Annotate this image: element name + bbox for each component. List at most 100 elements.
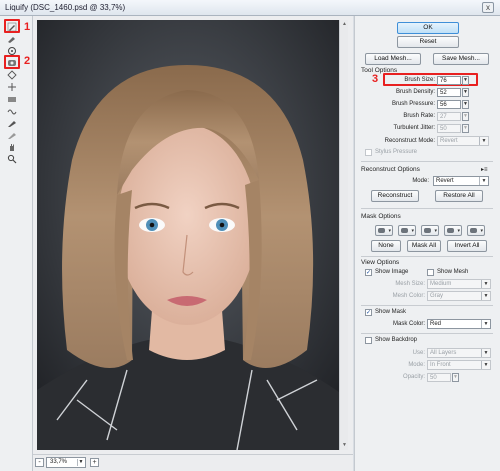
zoom-tool-icon[interactable] [6, 153, 18, 164]
chevron-down-icon: ▼ [479, 177, 488, 185]
opacity-field[interactable]: 50 [427, 373, 451, 382]
backdrop-mode-select[interactable]: In Front ▼ [427, 360, 491, 370]
reconstruct-mode-select[interactable]: Revert ▼ [437, 136, 489, 146]
mesh-size-value: Medium [430, 281, 452, 287]
brush-size-field[interactable]: 76 [437, 76, 461, 85]
brush-pressure-field[interactable]: 56 [437, 100, 461, 109]
chevron-down-icon: ▼ [481, 361, 490, 369]
mask-none-button[interactable]: None [371, 240, 401, 252]
chevron-down-icon: ▼ [481, 280, 490, 288]
show-image-checkbox[interactable]: ✓ [365, 269, 372, 276]
stylus-pressure-label: Stylus Pressure [375, 149, 418, 155]
title-bar: Liquify (DSC_1460.psd @ 33,7%) x [0, 0, 500, 16]
mask-add-button[interactable]: ▾ [398, 225, 416, 236]
divider [361, 256, 493, 257]
tools-panel: 1 2 [0, 16, 33, 471]
panel-menu-icon[interactable]: ▸≡ [481, 166, 488, 173]
mesh-color-value: Gray [430, 293, 444, 299]
stylus-pressure-checkbox[interactable] [365, 149, 372, 156]
brush-density-dropdown[interactable]: ▼ [462, 88, 469, 97]
chevron-down-icon: ▼ [481, 320, 490, 328]
close-button[interactable]: x [482, 2, 494, 13]
brush-size-dropdown[interactable]: ▼ [462, 76, 469, 85]
mask-replace-button[interactable]: ▾ [375, 225, 393, 236]
mirror-tool-icon[interactable] [6, 93, 18, 104]
portrait-image[interactable] [37, 20, 339, 450]
reconstruct-button[interactable]: Reconstruct [371, 190, 419, 202]
tool-highlight-1 [4, 19, 20, 33]
mask-all-button[interactable]: Mask All [407, 240, 441, 252]
mesh-size-select[interactable]: Medium ▼ [427, 279, 491, 289]
divider [361, 208, 493, 209]
preview-canvas[interactable]: ▲ ▼ [33, 16, 353, 454]
turbulent-jitter-label: Turbulent Jitter: [393, 125, 435, 131]
use-value: All Layers [430, 350, 457, 356]
annotation-2: 2 [24, 55, 31, 67]
load-mesh-button[interactable]: Load Mesh... [365, 53, 421, 65]
view-options-heading: View Options [361, 259, 400, 266]
brush-rate-label: Brush Rate: [403, 113, 435, 119]
tool-highlight-2 [4, 55, 20, 69]
hand-tool-icon[interactable] [6, 141, 18, 152]
brush-pressure-label: Brush Pressure: [391, 101, 435, 107]
chevron-down-icon: ▼ [77, 459, 84, 466]
brush-rate-dropdown[interactable]: ▼ [462, 112, 469, 121]
mask-subtract-button[interactable]: ▾ [421, 225, 439, 236]
use-select[interactable]: All Layers ▼ [427, 348, 491, 358]
mask-invert-button[interactable]: ▾ [467, 225, 485, 236]
chevron-down-icon: ▼ [479, 137, 488, 145]
reconstruct-mode2-select[interactable]: Revert ▼ [433, 176, 489, 186]
mesh-size-label: Mesh Size: [395, 281, 425, 287]
divider [361, 333, 493, 334]
zoom-value: 33,7% [50, 459, 68, 465]
ok-button[interactable]: OK [397, 22, 459, 34]
save-mesh-button[interactable]: Save Mesh... [433, 53, 489, 65]
bloat-tool-icon[interactable] [6, 69, 18, 80]
brush-density-label: Brush Density: [395, 89, 435, 95]
show-mesh-label: Show Mesh [437, 269, 469, 275]
brush-rate-field[interactable]: 27 [437, 112, 461, 121]
reconstruct-mode-label: Reconstruct Mode: [384, 138, 435, 144]
reset-button[interactable]: Reset [397, 36, 459, 48]
turbulence-tool-icon[interactable] [6, 105, 18, 116]
push-left-tool-icon[interactable] [6, 81, 18, 92]
zoom-bar: - 33,7% ▼ + [33, 454, 353, 471]
opacity-label: Opacity: [402, 374, 425, 380]
chevron-down-icon: ▼ [481, 292, 490, 300]
mesh-color-label: Mesh Color: [392, 293, 425, 299]
show-backdrop-label: Show Backdrop [375, 337, 418, 343]
options-panel: OK Reset Load Mesh... Save Mesh... Tool … [354, 16, 500, 471]
opacity-dropdown[interactable]: ▼ [452, 373, 459, 382]
zoom-out-button[interactable]: - [35, 458, 44, 467]
show-backdrop-checkbox[interactable] [365, 337, 372, 344]
reconstruct-options-heading: Reconstruct Options [361, 166, 420, 173]
reconstruct-tool-icon[interactable] [6, 33, 18, 44]
zoom-in-button[interactable]: + [90, 458, 99, 467]
turbulent-jitter-dropdown[interactable]: ▼ [462, 124, 469, 133]
use-label: Use: [412, 350, 425, 356]
backdrop-mode-value: In Front [430, 362, 451, 368]
freeze-mask-tool-icon[interactable] [6, 117, 18, 128]
annotation-1: 1 [24, 21, 31, 33]
brush-density-field[interactable]: 52 [437, 88, 461, 97]
chevron-down-icon: ▼ [481, 349, 490, 357]
mask-color-value: Red [430, 321, 442, 327]
mask-color-select[interactable]: Red ▼ [427, 319, 491, 329]
mask-color-label: Mask Color: [392, 321, 425, 327]
zoom-select[interactable]: 33,7% ▼ [46, 457, 86, 468]
mask-intersect-button[interactable]: ▾ [444, 225, 462, 236]
brush-size-label: Brush Size: [404, 77, 435, 83]
restore-all-button[interactable]: Restore All [435, 190, 483, 202]
turbulent-jitter-field[interactable]: 50 [437, 124, 461, 133]
vertical-scrollbar[interactable]: ▲ ▼ [339, 20, 348, 450]
mesh-color-select[interactable]: Gray ▼ [427, 291, 491, 301]
invert-all-button[interactable]: Invert All [447, 240, 487, 252]
thaw-mask-tool-icon[interactable] [6, 129, 18, 140]
show-mesh-checkbox[interactable] [427, 269, 434, 276]
brush-pressure-dropdown[interactable]: ▼ [462, 100, 469, 109]
show-mask-checkbox[interactable]: ✓ [365, 309, 372, 316]
reconstruct-mode-value: Revert [440, 138, 458, 144]
show-image-label: Show Image [375, 269, 409, 275]
window-title: Liquify (DSC_1460.psd @ 33,7%) [5, 3, 126, 12]
divider [361, 305, 493, 306]
